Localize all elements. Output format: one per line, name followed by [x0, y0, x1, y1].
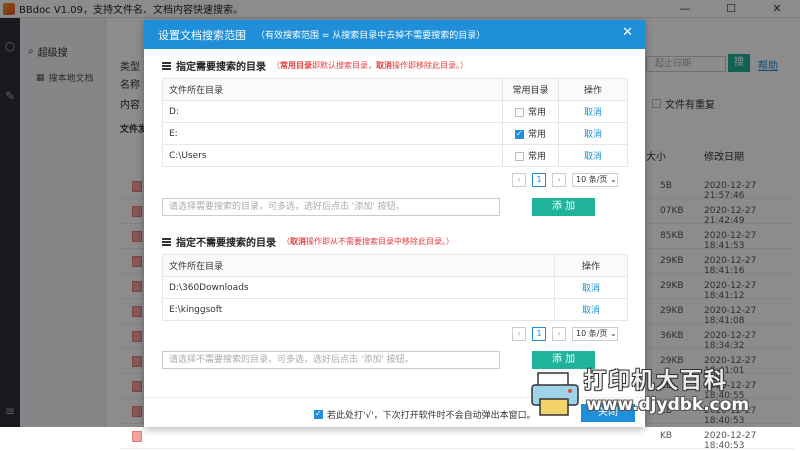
table-row: E: 常用 取消 — [162, 122, 628, 145]
table-row: E:\kinggsoft 取消 — [162, 298, 628, 321]
dir-cell: D: — [162, 100, 503, 123]
common-label: 常用 — [527, 130, 546, 140]
table-header-row: 文件所在目录 常用目录 操作 — [162, 78, 628, 101]
dir-cell: E:\kinggsoft — [162, 298, 555, 321]
watermark: 打印机大百科 www.djydbk.com — [522, 363, 792, 421]
include-heading-text: 指定需要搜索的目录 — [176, 62, 266, 73]
table-row: D:\360Downloads 取消 — [162, 276, 628, 299]
include-dir-input[interactable]: 请选择需要搜索的目录，可多选，选好后点击 '添加' 按钮。 — [162, 198, 500, 216]
list-icon — [162, 61, 171, 70]
dialog-subtitle: （有效搜索范围 = 从搜索目录中去掉不需要搜索的目录） — [256, 31, 486, 41]
cancel-link[interactable]: 取消 — [558, 100, 628, 123]
checkbox-checked-icon — [514, 129, 524, 139]
page-size-value: 10 条/页 — [576, 329, 608, 338]
common-checkbox[interactable]: 常用 — [502, 122, 559, 145]
col-common-header: 常用目录 — [502, 78, 559, 101]
include-pager: ‹ 1 › 10 条/页 ⌄ — [512, 173, 618, 187]
include-section-heading: 指定需要搜索的目录 （常用目录即默认搜索目录，取消操作即移除此目录。） — [162, 58, 468, 73]
file-icon — [132, 431, 142, 442]
exclude-tip-d: 操作即从不需要搜索目录中移除此目录。） — [306, 237, 454, 246]
cancel-link[interactable]: 取消 — [554, 298, 628, 321]
exclude-tip: （取消操作即从不需要搜索目录中移除此目录。） — [282, 236, 454, 247]
chevron-down-icon: ⌄ — [609, 329, 617, 338]
checkbox-icon — [514, 152, 524, 161]
table-row: C:\Users 常用 取消 — [162, 144, 628, 167]
col-op-header: 操作 — [558, 78, 628, 101]
col-dir-header: 文件所在目录 — [162, 254, 555, 277]
exclude-table: 文件所在目录 操作 D:\360Downloads 取消 E:\kinggsof… — [162, 254, 628, 321]
next-page-button[interactable]: › — [552, 173, 566, 187]
checkbox-checked-icon — [314, 409, 323, 419]
file-size: KB — [660, 431, 673, 441]
common-label: 常用 — [527, 108, 546, 118]
next-page-button[interactable]: › — [552, 327, 566, 341]
page-size-select[interactable]: 10 条/页 ⌄ — [572, 173, 618, 187]
watermark-url: www.djydbk.com — [586, 395, 750, 415]
checkbox-icon — [514, 108, 524, 117]
common-checkbox[interactable]: 常用 — [502, 100, 559, 123]
cancel-link[interactable]: 取消 — [558, 122, 628, 145]
dialog-title: 设置文档搜索范围 — [158, 28, 246, 42]
include-tip: （常用目录即默认搜索目录，取消操作即移除此目录。） — [272, 60, 468, 71]
include-table: 文件所在目录 常用目录 操作 D: 常用 取消 E: 常用 取消 C:\User… — [162, 78, 628, 167]
dir-cell: C:\Users — [162, 144, 503, 167]
include-tip-d: 操作即移除此目录。） — [392, 61, 468, 70]
page-size-select[interactable]: 10 条/页 ⌄ — [572, 327, 618, 341]
close-icon[interactable]: ✕ — [622, 25, 633, 40]
col-dir-header: 文件所在目录 — [162, 78, 503, 101]
exclude-tip-c: 取消 — [290, 237, 306, 246]
watermark-text: 打印机大百科 — [584, 369, 729, 394]
page-size-value: 10 条/页 — [576, 175, 608, 184]
dialog-header: 设置文档搜索范围 （有效搜索范围 = 从搜索目录中去掉不需要搜索的目录） ✕ — [144, 20, 645, 49]
prev-page-button[interactable]: ‹ — [512, 173, 526, 187]
no-popup-label: 若此处打'√'，下次打开软件时不会自动弹出本窗口。 — [327, 411, 536, 421]
dir-cell: D:\360Downloads — [162, 276, 555, 299]
include-tip-a: 常用目录 — [280, 61, 312, 70]
cancel-link[interactable]: 取消 — [558, 144, 628, 167]
exclude-dir-input[interactable]: 请选择不需要搜索的目录，可多选，选好后点击 '添加' 按钮。 — [162, 351, 500, 369]
exclude-section-heading: 指定不需要搜索的目录 （取消操作即从不需要搜索目录中移除此目录。） — [162, 234, 454, 249]
cancel-link[interactable]: 取消 — [554, 276, 628, 299]
chevron-down-icon: ⌄ — [609, 175, 617, 184]
no-popup-checkbox[interactable]: 若此处打'√'，下次打开软件时不会自动弹出本窗口。 — [314, 408, 536, 421]
table-header-row: 文件所在目录 操作 — [162, 254, 628, 277]
table-row: D: 常用 取消 — [162, 100, 628, 123]
file-date: 2020-12-27 18:40:53 — [704, 431, 757, 451]
exclude-heading-text: 指定不需要搜索的目录 — [176, 238, 276, 249]
table-row[interactable]: KB 2020-12-27 18:40:53 — [120, 424, 795, 451]
include-tip-open: （ — [272, 61, 280, 70]
exclude-tip-open: （ — [282, 237, 290, 246]
printer-logo-icon — [531, 372, 579, 416]
include-add-button[interactable]: 添 加 — [532, 198, 595, 216]
prev-page-button[interactable]: ‹ — [512, 327, 526, 341]
page-number[interactable]: 1 — [532, 327, 546, 341]
list-icon — [162, 237, 171, 246]
exclude-pager: ‹ 1 › 10 条/页 ⌄ — [512, 327, 618, 341]
common-label: 常用 — [527, 152, 546, 162]
common-checkbox[interactable]: 常用 — [502, 144, 559, 167]
include-tip-c: 取消 — [376, 61, 392, 70]
include-tip-b: 即默认搜索目录， — [312, 61, 376, 70]
col-op-header: 操作 — [554, 254, 628, 277]
dir-cell: E: — [162, 122, 503, 145]
page-number[interactable]: 1 — [532, 173, 546, 187]
